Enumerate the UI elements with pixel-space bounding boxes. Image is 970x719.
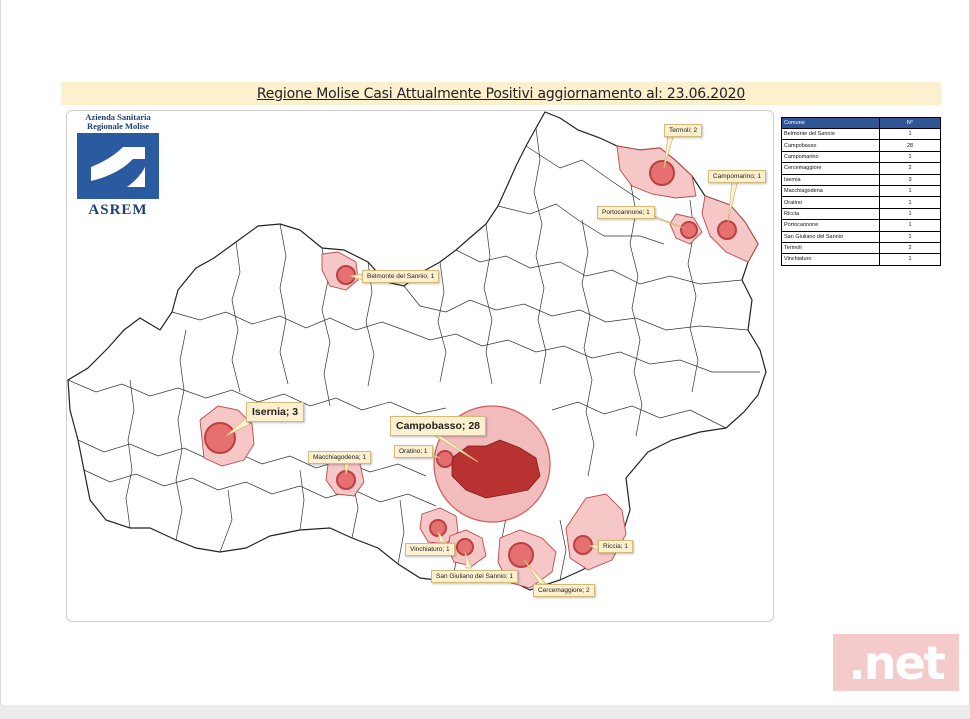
cell-count: 1 [879, 207, 941, 221]
cell-comune: Oratino [781, 196, 880, 209]
marker-portocannone [680, 221, 698, 239]
label-oratino: Oratino; 1 [394, 445, 433, 458]
label-isernia: Isernia; 3 [246, 402, 305, 422]
cell-comune: Cercemaggiore [781, 162, 880, 175]
watermark: .net [833, 634, 959, 691]
label-belmonte: Belmonte del Sannio; 1 [362, 270, 440, 283]
label-vinchiaturo: Vinchiaturo; 1 [405, 543, 455, 556]
table-header-row: Comune N° [781, 117, 941, 129]
table-row: Termoli 2 [781, 241, 941, 255]
cell-count: 3 [879, 173, 941, 186]
marker-oratino [436, 450, 454, 468]
table-row: Belmonte del Sannio 1 [781, 127, 941, 141]
marker-cercemaggiore [508, 542, 534, 568]
table-row: Vinchiaturo 1 [781, 253, 941, 266]
column-header-count: N° [879, 117, 941, 129]
marker-riccia [573, 535, 593, 555]
molise-map [67, 111, 767, 591]
cell-comune: Campomarino [781, 150, 880, 164]
bottom-shade [0, 705, 970, 719]
cell-comune: San Giuliano del Sannio [781, 230, 880, 243]
cell-comune: Portocannone [781, 219, 880, 232]
table-row: Campomarino 1 [781, 150, 941, 164]
cell-count: 1 [879, 150, 941, 164]
label-riccia: Riccia; 1 [598, 540, 633, 553]
table-row: Isernia 3 [781, 173, 941, 186]
cell-count: 1 [879, 196, 941, 209]
cell-comune: Campobasso [781, 139, 880, 152]
cell-count: 2 [879, 162, 941, 175]
cell-count: 1 [879, 219, 941, 232]
cell-comune: Termoli [781, 241, 880, 255]
cell-count: 28 [879, 139, 941, 152]
logo-acronym: ASREM [88, 202, 148, 218]
cell-count: 1 [879, 127, 941, 141]
cell-comune: Riccia [781, 207, 880, 221]
label-cercemaggiore: Cercemaggiore; 2 [533, 584, 595, 597]
table-row: Oratino 1 [781, 196, 941, 209]
cell-count: 1 [879, 230, 941, 243]
logo-s-icon [91, 147, 145, 187]
marker-isernia [204, 422, 236, 454]
label-sangiuliano: San Giuliano del Sannio; 1 [431, 570, 518, 583]
table-row: San Giuliano del Sannio 1 [781, 230, 941, 243]
label-campomarino: Campomarino; 1 [708, 170, 767, 183]
cell-comune: Isernia [781, 173, 880, 186]
logo-emblem [77, 133, 159, 199]
cell-count: 2 [879, 241, 941, 255]
column-header-comune: Comune [781, 117, 880, 129]
label-campobasso: Campobasso; 28 [390, 416, 487, 436]
marker-termoli [649, 160, 675, 186]
asrem-logo: Azienda Sanitaria Regionale Molise ASREM [74, 113, 164, 221]
cell-comune: Belmonte del Sannio [781, 127, 880, 141]
cell-comune: Macchiagodena [781, 184, 880, 198]
table-row: Macchiagodena 1 [781, 184, 941, 198]
cell-count: 1 [879, 184, 941, 198]
table-row: Campobasso 28 [781, 139, 941, 152]
logo-line-2: Regionale Molise [86, 121, 150, 131]
table-row: Cercemaggiore 2 [781, 162, 941, 175]
marker-campomarino [717, 220, 737, 240]
cell-count: 1 [879, 253, 941, 266]
label-portocannone: Portocannone; 1 [597, 206, 655, 219]
cell-comune: Vinchiaturo [781, 253, 880, 266]
cases-table: Comune N° Belmonte del Sannio 1 Campobass… [781, 117, 941, 266]
table-row: Portocannone 1 [781, 219, 941, 232]
label-macchiagodena: Macchiagodena; 1 [308, 451, 372, 464]
marker-belmonte [336, 265, 356, 285]
table-row: Riccia 1 [781, 207, 941, 221]
watermark-text: .net [848, 636, 945, 690]
label-termoli: Termoli; 2 [664, 124, 703, 137]
